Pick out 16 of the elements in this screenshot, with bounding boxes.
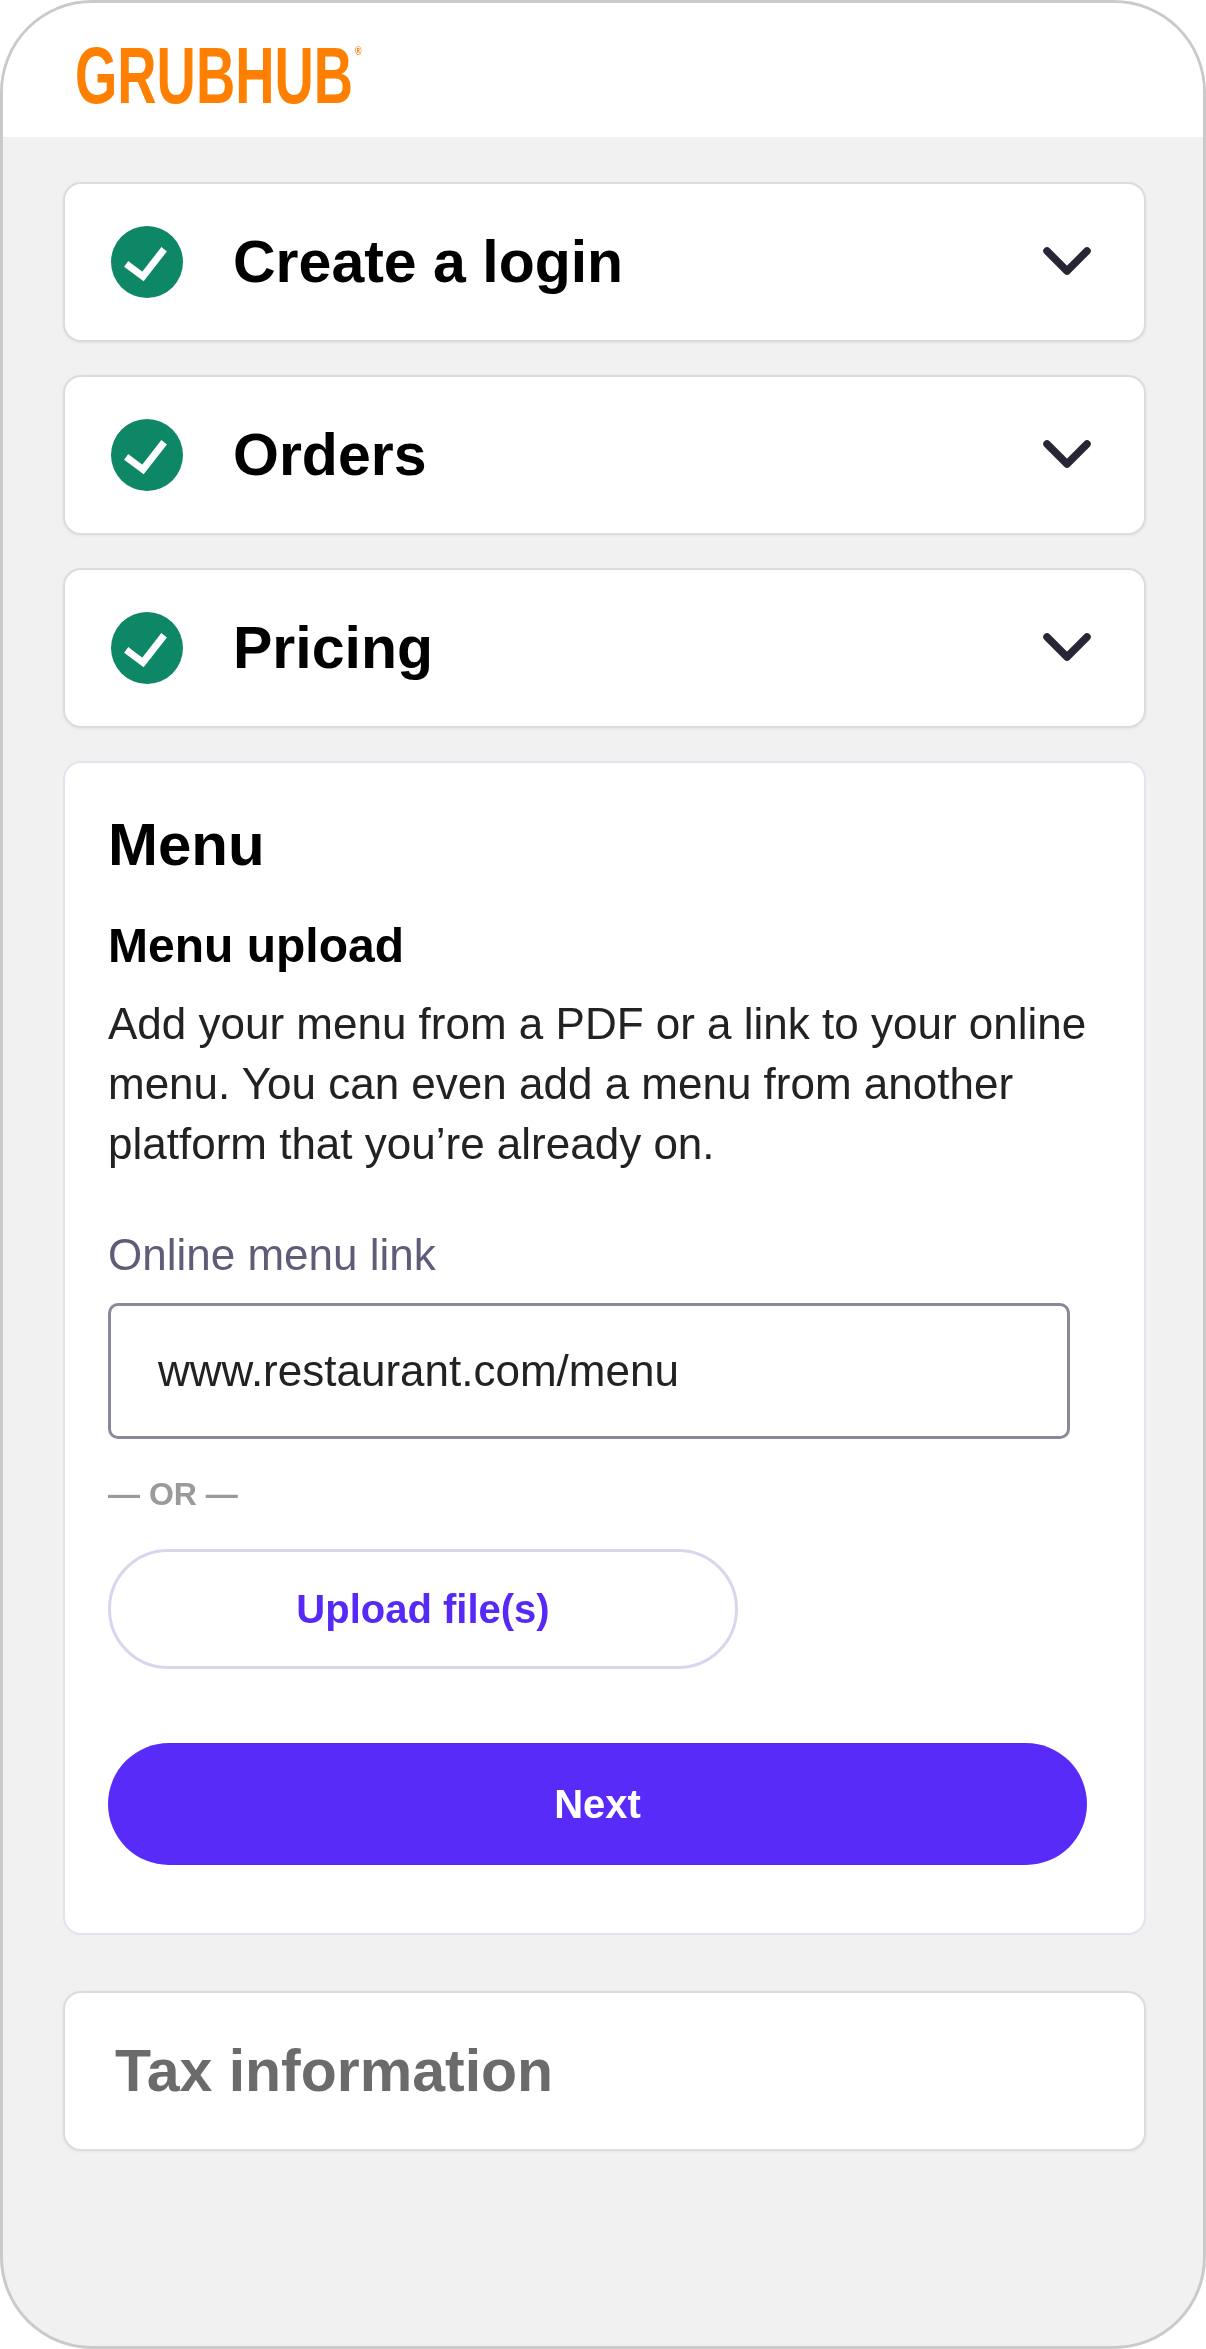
accordion-card[interactable]: Tax information bbox=[63, 1991, 1146, 2151]
accordion-card[interactable]: Pricing bbox=[63, 568, 1146, 728]
section-title: Menu bbox=[108, 810, 265, 880]
subsection-heading: Menu upload bbox=[108, 918, 404, 974]
step-title: Pricing bbox=[233, 613, 433, 683]
step-title: Create a login bbox=[233, 227, 624, 297]
upload-button[interactable]: Upload file(s) bbox=[108, 1549, 738, 1669]
field-label: Online menu link bbox=[108, 1229, 436, 1281]
next-button[interactable]: Next bbox=[108, 1743, 1087, 1865]
accordion-card[interactable]: Create a login bbox=[63, 182, 1146, 342]
step-title: Tax information bbox=[114, 2036, 554, 2106]
link-input[interactable]: www.restaurant.com/menu bbox=[108, 1303, 1070, 1439]
or-divider-text: — OR — bbox=[108, 1475, 238, 1514]
description-text: Add your menu from a PDF or a link to your online menu. You can even add a menu from another platform that you’re already on. bbox=[108, 998, 1088, 1170]
step-title: Orders bbox=[233, 420, 427, 490]
accordion-card[interactable]: Orders bbox=[63, 375, 1146, 535]
